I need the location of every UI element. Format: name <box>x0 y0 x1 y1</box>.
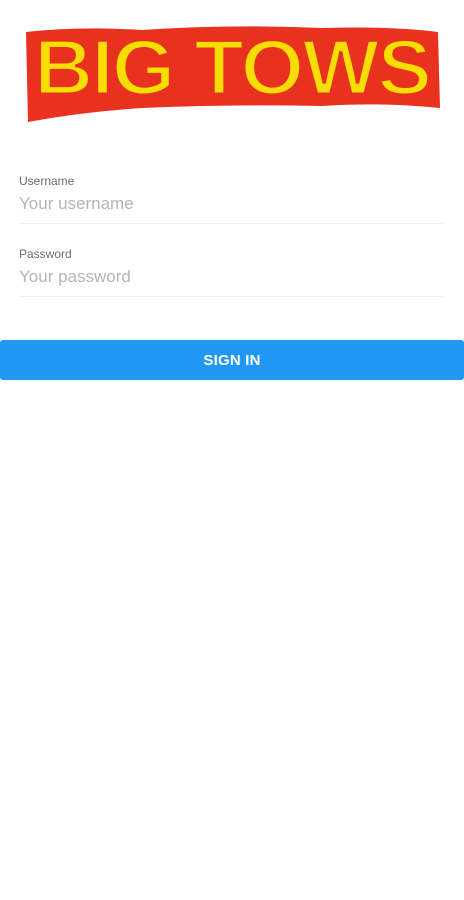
big-tows-logo: BIG TOWS <box>22 22 442 126</box>
logo-wordmark: BIG TOWS <box>34 23 430 111</box>
username-label: Username <box>19 174 75 188</box>
password-label: Password <box>19 247 72 261</box>
sign-in-button[interactable]: SIGN IN <box>0 340 464 380</box>
username-field: Username <box>19 174 446 224</box>
username-input[interactable] <box>19 194 446 224</box>
password-input[interactable] <box>19 267 446 297</box>
logo-image: BIG TOWS <box>26 22 440 122</box>
password-field: Password <box>19 247 446 297</box>
